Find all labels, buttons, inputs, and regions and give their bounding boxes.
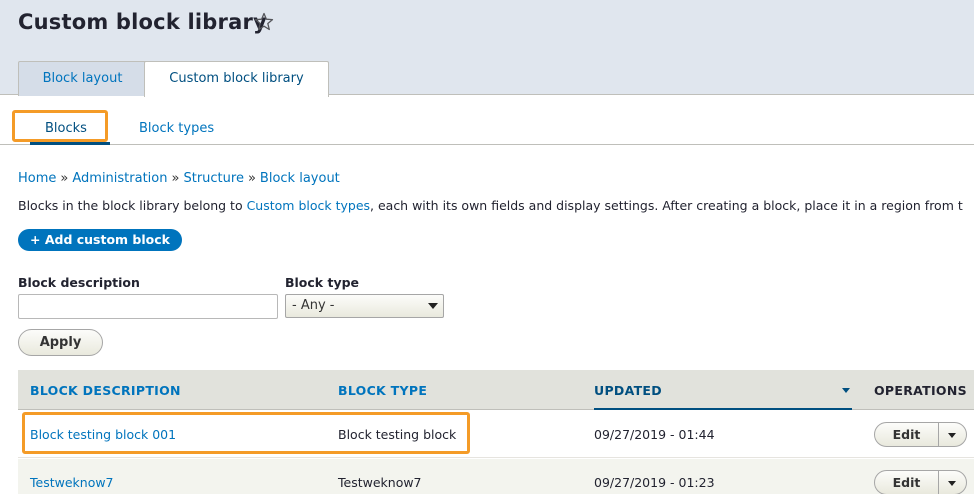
column-header-operations: OPERATIONS [874, 383, 967, 398]
column-header-block-type[interactable]: BLOCK TYPE [338, 383, 427, 398]
chevron-down-icon [948, 433, 956, 438]
block-type-cell: Testweknow7 [338, 475, 422, 490]
operations-toggle[interactable] [939, 471, 966, 494]
column-header-updated[interactable]: UPDATED [594, 383, 662, 398]
breadcrumb: Home» Administration» Structure» Block layo… [18, 171, 340, 186]
secondary-tabs: Blocks Block types [0, 95, 974, 145]
star-icon[interactable] [254, 12, 274, 32]
block-type-selected-value: - Any - [292, 298, 335, 313]
page-description: Blocks in the block library belong to Cu… [18, 198, 963, 213]
table-row: Testweknow7 Testweknow7 09/27/2019 - 01:… [18, 459, 974, 494]
edit-button[interactable]: Edit [875, 423, 939, 446]
block-description-link[interactable]: Testweknow7 [30, 475, 114, 490]
updated-cell: 09/27/2019 - 01:44 [594, 427, 715, 442]
description-text-after: , each with its own fields and display s… [370, 198, 963, 213]
tab-custom-block-library[interactable]: Custom block library [144, 61, 329, 97]
highlight-box-first-row [22, 412, 470, 454]
breadcrumb-administration[interactable]: Administration [72, 171, 167, 186]
tab-block-types[interactable]: Block types [139, 121, 214, 136]
operations-dropbutton: Edit [874, 470, 967, 494]
sorted-column-indicator [594, 408, 852, 410]
breadcrumb-home[interactable]: Home [18, 171, 56, 186]
updated-cell: 09/27/2019 - 01:23 [594, 475, 715, 490]
operations-dropbutton: Edit [874, 422, 967, 447]
description-text: Blocks in the block library belong to [18, 198, 247, 213]
sort-descending-icon [842, 388, 850, 393]
breadcrumb-structure[interactable]: Structure [183, 171, 243, 186]
chevron-down-icon [428, 303, 438, 309]
column-header-block-description[interactable]: BLOCK DESCRIPTION [30, 383, 181, 398]
custom-block-types-link[interactable]: Custom block types [247, 198, 370, 213]
edit-button[interactable]: Edit [875, 471, 939, 494]
block-type-label: Block type [285, 275, 360, 290]
operations-toggle[interactable] [939, 423, 966, 446]
block-type-select[interactable]: - Any - [285, 294, 444, 318]
breadcrumb-separator: » [60, 171, 69, 186]
breadcrumb-separator: » [171, 171, 180, 186]
breadcrumb-separator: » [247, 171, 256, 186]
page-header: Custom block library Block layout Custom… [0, 0, 974, 97]
chevron-down-icon [948, 481, 956, 486]
highlight-box-blocks-tab [12, 110, 108, 142]
breadcrumb-block-layout[interactable]: Block layout [260, 171, 340, 186]
tab-block-layout[interactable]: Block layout [18, 61, 147, 96]
table-header: BLOCK DESCRIPTION BLOCK TYPE UPDATED OPE… [18, 370, 974, 410]
page-title: Custom block library [18, 10, 267, 34]
block-description-label: Block description [18, 275, 140, 290]
add-custom-block-button[interactable]: + Add custom block [18, 229, 182, 251]
apply-button[interactable]: Apply [18, 329, 103, 356]
active-tab-indicator [30, 142, 110, 145]
block-description-input[interactable] [18, 294, 278, 319]
